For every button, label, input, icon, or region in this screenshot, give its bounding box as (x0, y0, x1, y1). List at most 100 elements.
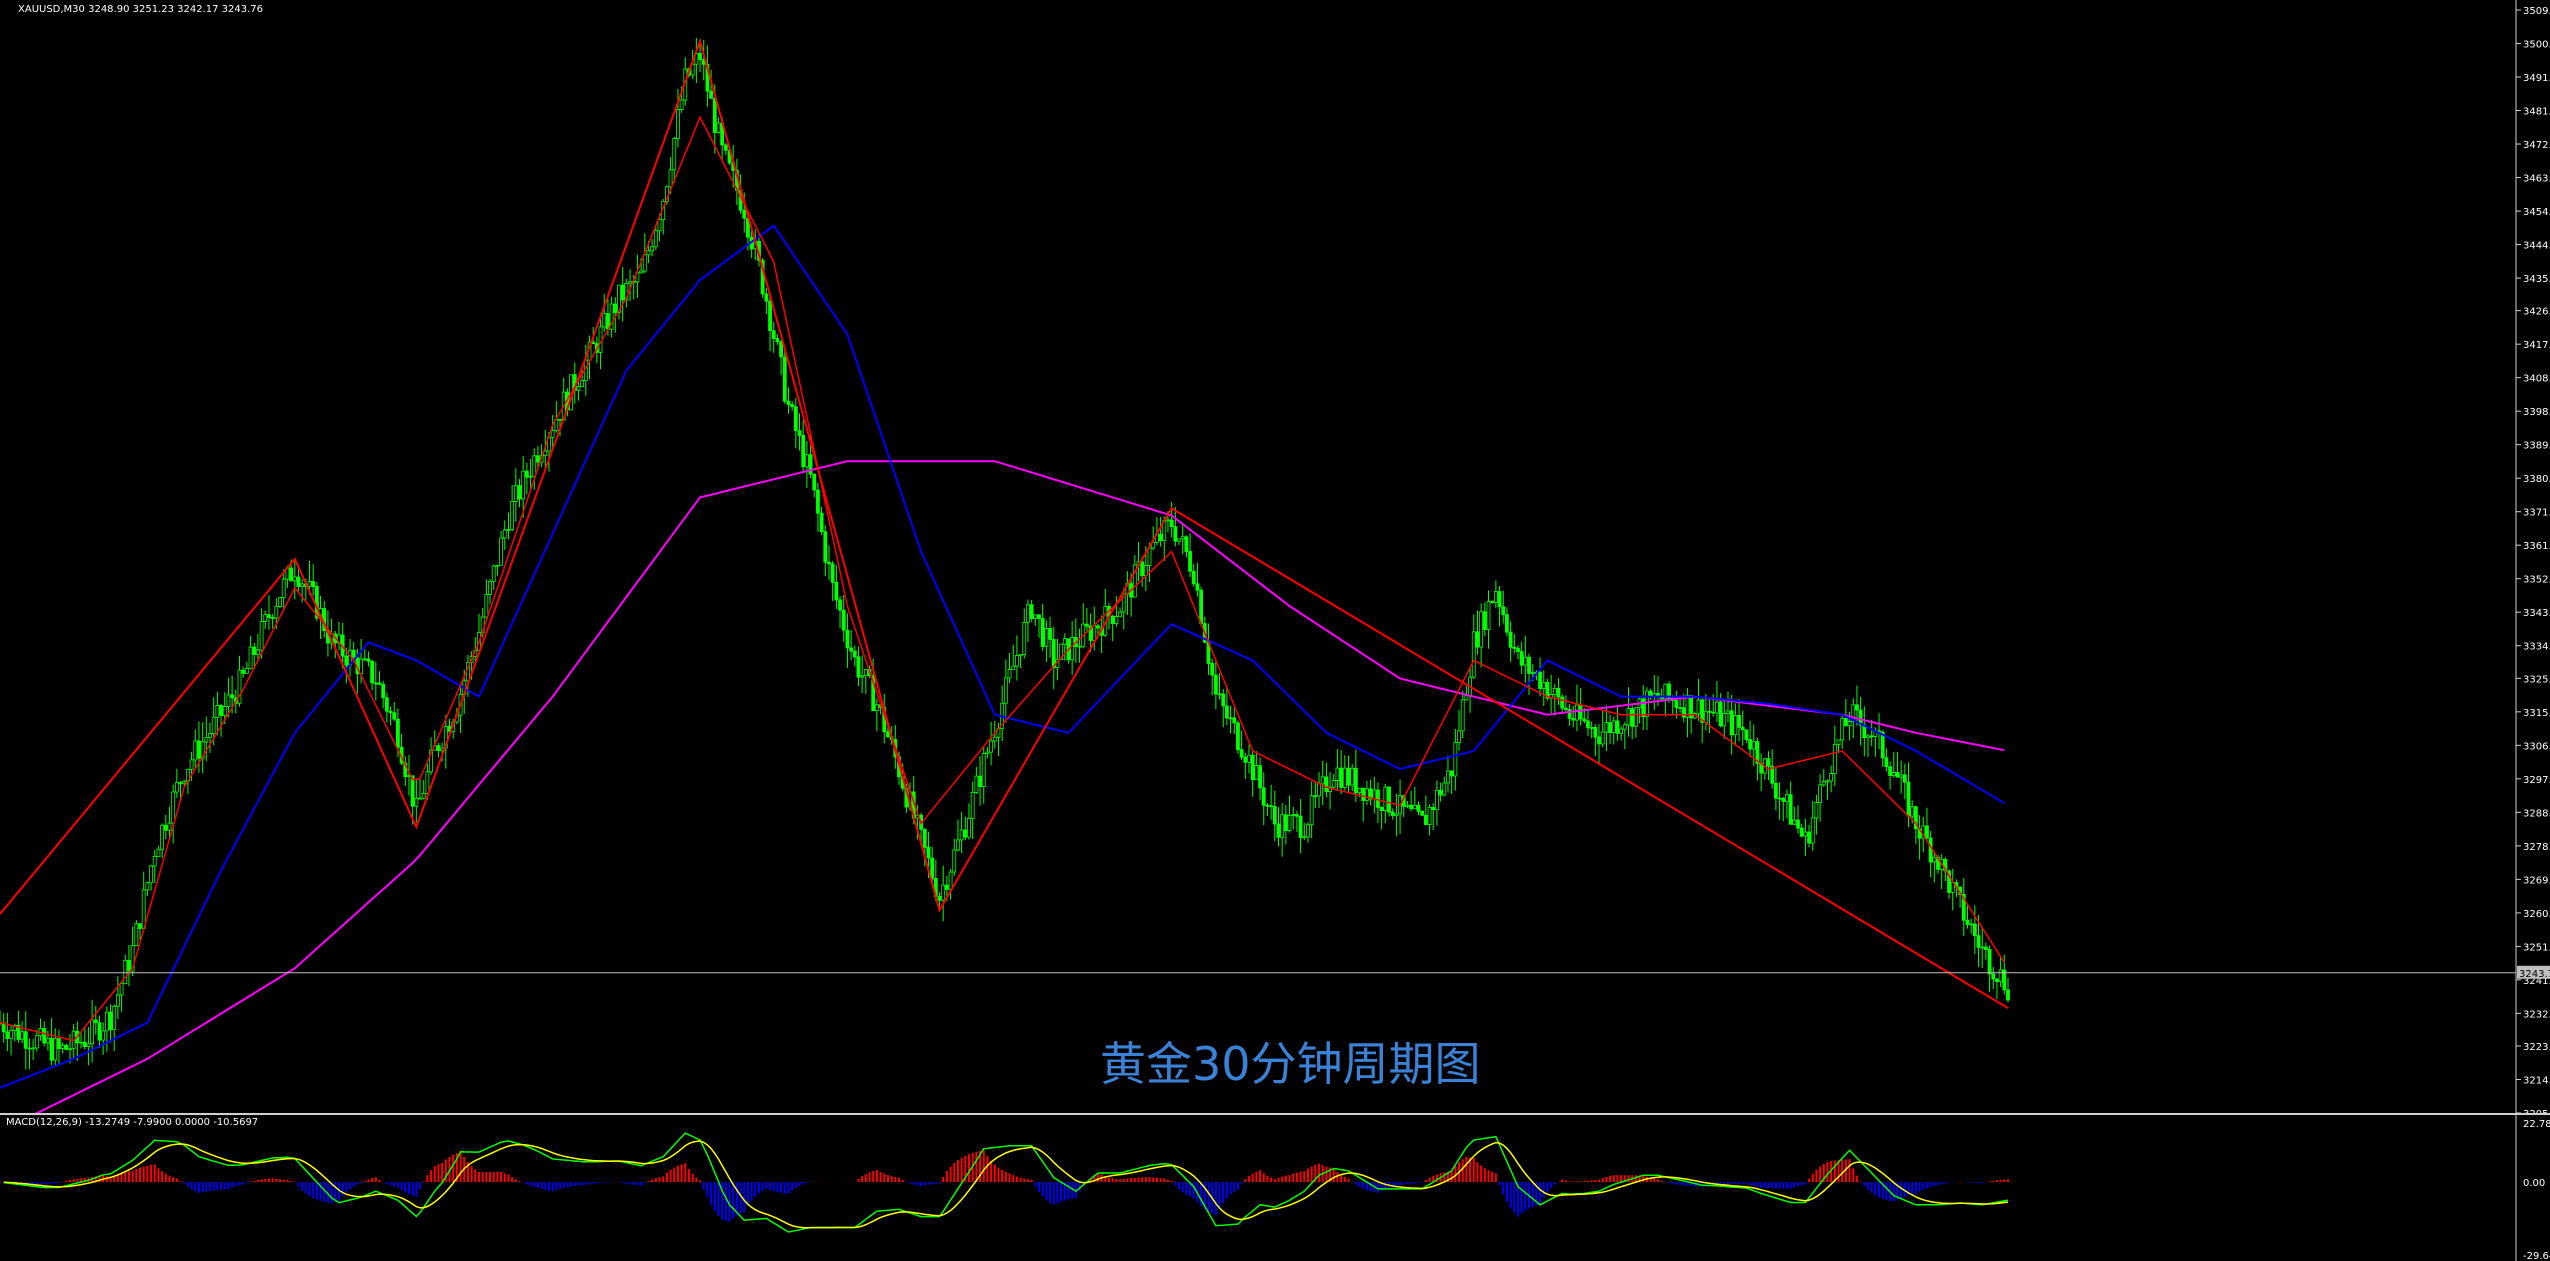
candle-body (827, 561, 831, 565)
candle-body (1442, 782, 1447, 796)
candle-body (1302, 836, 1307, 839)
candle-body (1166, 519, 1170, 522)
candle-body (941, 884, 946, 901)
candle-body (1645, 690, 1649, 718)
candle-body (491, 565, 496, 582)
candle-body (764, 293, 769, 302)
chart-window[interactable]: 3509.55 3500.30 3491.05 3481.80 3472.55 3463.… (0, 0, 2550, 1261)
candle-body (1998, 969, 2003, 983)
candle-body (1501, 606, 1506, 615)
candle-body (82, 1041, 87, 1047)
candle-body (53, 1038, 58, 1061)
candle-body (1523, 656, 1528, 666)
candle-body (49, 1037, 54, 1061)
candle-body (944, 884, 949, 890)
candle-body (1674, 700, 1679, 709)
candle-body (116, 994, 120, 1007)
candle-body (1033, 614, 1038, 619)
candle-body (1493, 591, 1498, 603)
candle-body (672, 138, 677, 171)
candle-body (1084, 623, 1089, 627)
candle-body (517, 485, 522, 500)
candle-body (1895, 772, 1900, 778)
price-tick-label: 3269.55 (2523, 875, 2550, 886)
candle-body (2006, 989, 2010, 1001)
candle-body (532, 455, 537, 477)
candle-body (963, 829, 968, 838)
candle-body (421, 793, 426, 799)
price-tick-label: 3380.30 (2523, 474, 2550, 485)
candle-body (1313, 795, 1318, 798)
price-chart[interactable]: 3509.55 3500.30 3491.05 3481.80 3472.55 3463.… (0, 0, 2550, 1113)
candle-body (1910, 806, 1915, 817)
candle-body (1011, 665, 1016, 671)
candle-body (506, 529, 511, 531)
candle-body (1751, 741, 1756, 750)
candle-body (1342, 767, 1347, 788)
candle-body (1766, 758, 1771, 767)
candle-body (1899, 774, 1904, 778)
candle-body (1696, 699, 1701, 715)
candle-body (1589, 727, 1594, 729)
candle-body (1029, 604, 1034, 619)
candle-body (860, 675, 865, 678)
macd-panel[interactable]: 22.7833 0.00 -29.64 MACD(12,26,9) -13.2749… (0, 1113, 2550, 1261)
candle-body (1191, 570, 1196, 585)
candle-body (786, 400, 791, 405)
candle-body (1626, 708, 1631, 726)
candle-body (1932, 856, 1937, 863)
candle-body (1855, 704, 1859, 711)
candle-body (351, 649, 356, 658)
candle-body (1788, 794, 1793, 825)
candle-body (1486, 601, 1491, 630)
candle-body (1703, 710, 1708, 723)
candle-body (1007, 669, 1012, 679)
candle-body (1114, 616, 1119, 624)
candle-body (1843, 717, 1848, 727)
candle-body (613, 303, 618, 314)
candle-body (1611, 720, 1616, 733)
candle-body (127, 960, 131, 972)
price-tick-label: 3352.55 (2523, 575, 2550, 586)
macd-info: MACD(12,26,9) -13.2749 -7.9900 0.0000 -1… (6, 1117, 258, 1128)
candle-body (1608, 722, 1612, 733)
candle-body (1928, 837, 1933, 863)
candle-body (278, 597, 282, 608)
candle-body (1014, 655, 1019, 667)
candle-body (812, 473, 817, 491)
candle-body (1431, 807, 1436, 811)
candle-body (550, 430, 555, 438)
candle-body (1405, 804, 1410, 807)
candle-body (34, 1035, 39, 1049)
price-tick-label: 3481.80 (2523, 107, 2550, 118)
candle-body (171, 791, 176, 824)
candle-body (628, 280, 632, 284)
candle-body (1718, 701, 1723, 727)
candle-body (1243, 756, 1248, 763)
candle-body (948, 871, 953, 890)
candle-body (1387, 786, 1391, 813)
candle-body (1221, 693, 1226, 707)
candle-body (1453, 742, 1458, 777)
price-tick-label: 3500.30 (2523, 40, 2550, 51)
candle-body (956, 839, 960, 851)
candle-body (381, 683, 386, 699)
candle-body (1707, 710, 1712, 713)
candle-body (952, 849, 957, 873)
candle-body (1508, 631, 1513, 648)
candle-body (174, 782, 179, 793)
candle-body (1427, 807, 1432, 826)
candle-body (1118, 611, 1122, 617)
candle-body (1678, 707, 1682, 709)
candle-body (244, 668, 249, 674)
candle-body (1475, 631, 1480, 648)
candle-body (101, 1030, 106, 1041)
candle-body (845, 629, 850, 649)
candle-body (1324, 776, 1329, 793)
candle-body (241, 669, 246, 674)
candle-body (1291, 814, 1296, 817)
candle-body (1026, 604, 1030, 623)
price-tick-label: 3315.80 (2523, 708, 2550, 719)
price-tick-label: 3325.05 (2523, 674, 2550, 685)
candle-body (1604, 722, 1609, 733)
